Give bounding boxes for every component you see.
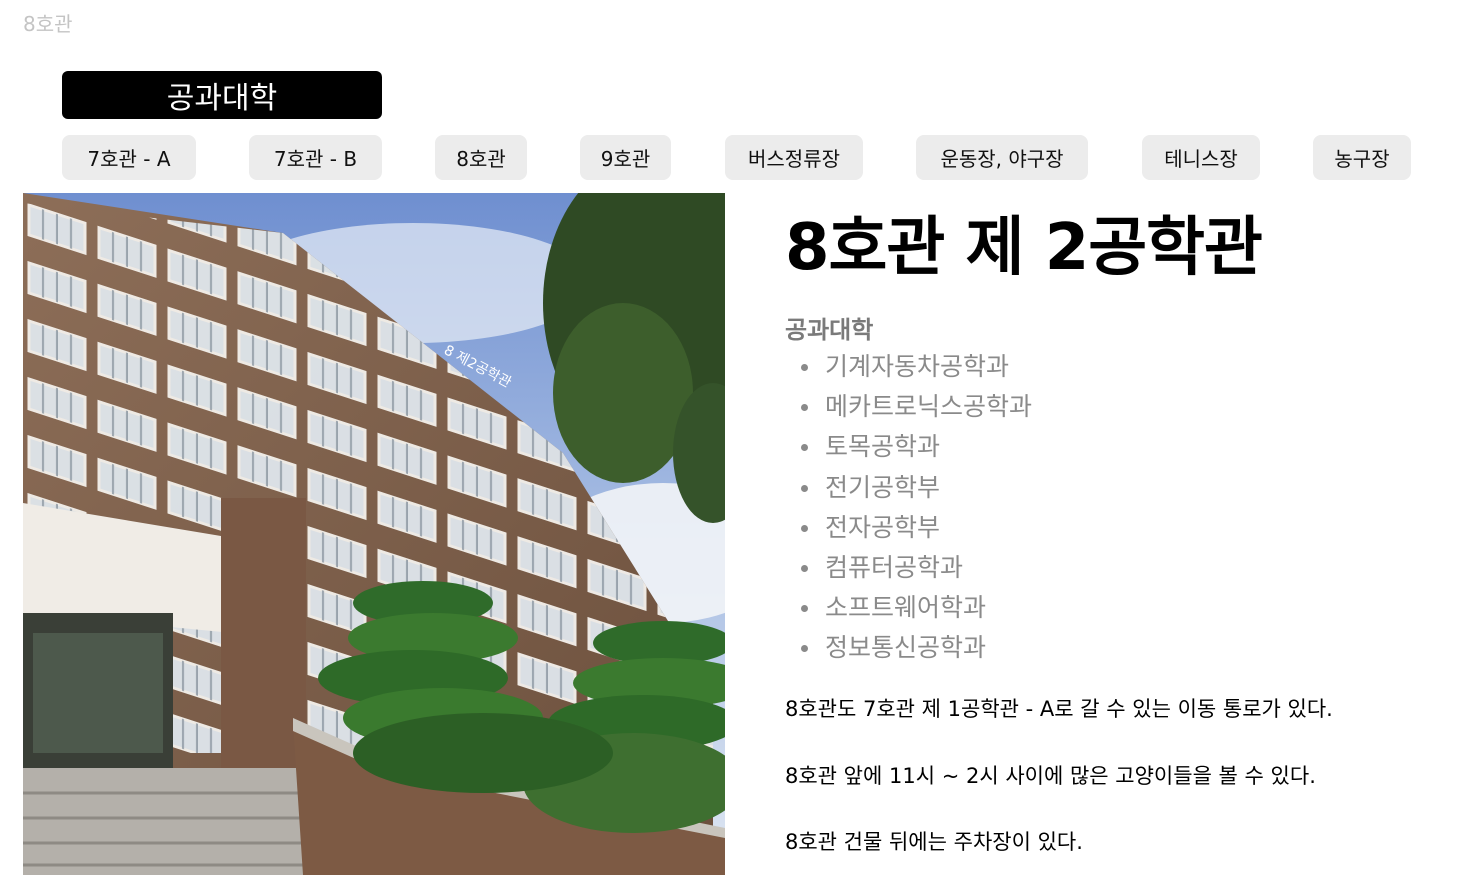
page-corner-title: 8호관 <box>23 12 73 36</box>
department-item: 컴퓨터공학과 <box>785 548 1032 588</box>
nav-button-field[interactable]: 운동장, 야구장 <box>916 135 1088 180</box>
nav-button-9[interactable]: 9호관 <box>580 135 671 180</box>
department-item: 전자공학부 <box>785 508 1032 548</box>
nav-button-8[interactable]: 8호관 <box>435 135 527 180</box>
building-photo: 8 제2공학관 <box>23 193 725 875</box>
department-label: 토목공학과 <box>825 432 941 462</box>
bullet-icon <box>801 364 808 371</box>
nav-button-7-b[interactable]: 7호관 - B <box>249 135 382 180</box>
note-cats: 8호관 앞에 11시 ~ 2시 사이에 많은 고양이들을 볼 수 있다. <box>785 764 1316 788</box>
nav-button-tennis[interactable]: 테니스장 <box>1142 135 1260 180</box>
bullet-icon <box>801 605 808 613</box>
bullet-icon <box>801 524 808 532</box>
building-title: 8호관 제 2공학관 <box>785 211 1263 285</box>
department-item: 토목공학과 <box>785 427 1032 467</box>
page: 8호관 공과대학 7호관 - A 7호관 - B 8호관 9호관 버스정류장 운… <box>0 0 1470 888</box>
department-item: 정보통신공학과 <box>785 628 1032 668</box>
bullet-icon <box>801 564 808 572</box>
college-heading: 공과대학 <box>785 316 874 344</box>
department-label: 소프트웨어학과 <box>825 593 987 623</box>
department-label: 전기공학부 <box>825 472 941 502</box>
college-button[interactable]: 공과대학 <box>62 71 382 119</box>
department-label: 정보통신공학과 <box>825 633 987 663</box>
bullet-icon <box>801 444 808 452</box>
bullet-icon <box>801 404 808 412</box>
department-item: 전기공학부 <box>785 468 1032 508</box>
department-label: 컴퓨터공학과 <box>825 552 964 582</box>
department-item: 메카트로닉스공학과 <box>785 387 1032 427</box>
bullet-icon <box>801 484 808 492</box>
nav-button-bus-stop[interactable]: 버스정류장 <box>725 135 863 180</box>
department-item: 소프트웨어학과 <box>785 588 1032 628</box>
note-passage: 8호관도 7호관 제 1공학관 - A로 갈 수 있는 이동 통로가 있다. <box>785 697 1333 721</box>
department-label: 메카트로닉스공학과 <box>825 392 1033 422</box>
note-parking: 8호관 건물 뒤에는 주차장이 있다. <box>785 830 1083 854</box>
department-list: 기계자동차공학과 메카트로닉스공학과 토목공학과 전기공학부 전자공학부 컴퓨터… <box>785 347 1032 669</box>
department-label: 전자공학부 <box>825 512 941 542</box>
department-label: 기계자동차공학과 <box>825 352 1010 381</box>
department-item: 기계자동차공학과 <box>785 347 1032 387</box>
bullet-icon <box>801 645 808 653</box>
nav-button-basketball[interactable]: 농구장 <box>1313 135 1411 180</box>
nav-button-7-a[interactable]: 7호관 - A <box>62 135 196 180</box>
